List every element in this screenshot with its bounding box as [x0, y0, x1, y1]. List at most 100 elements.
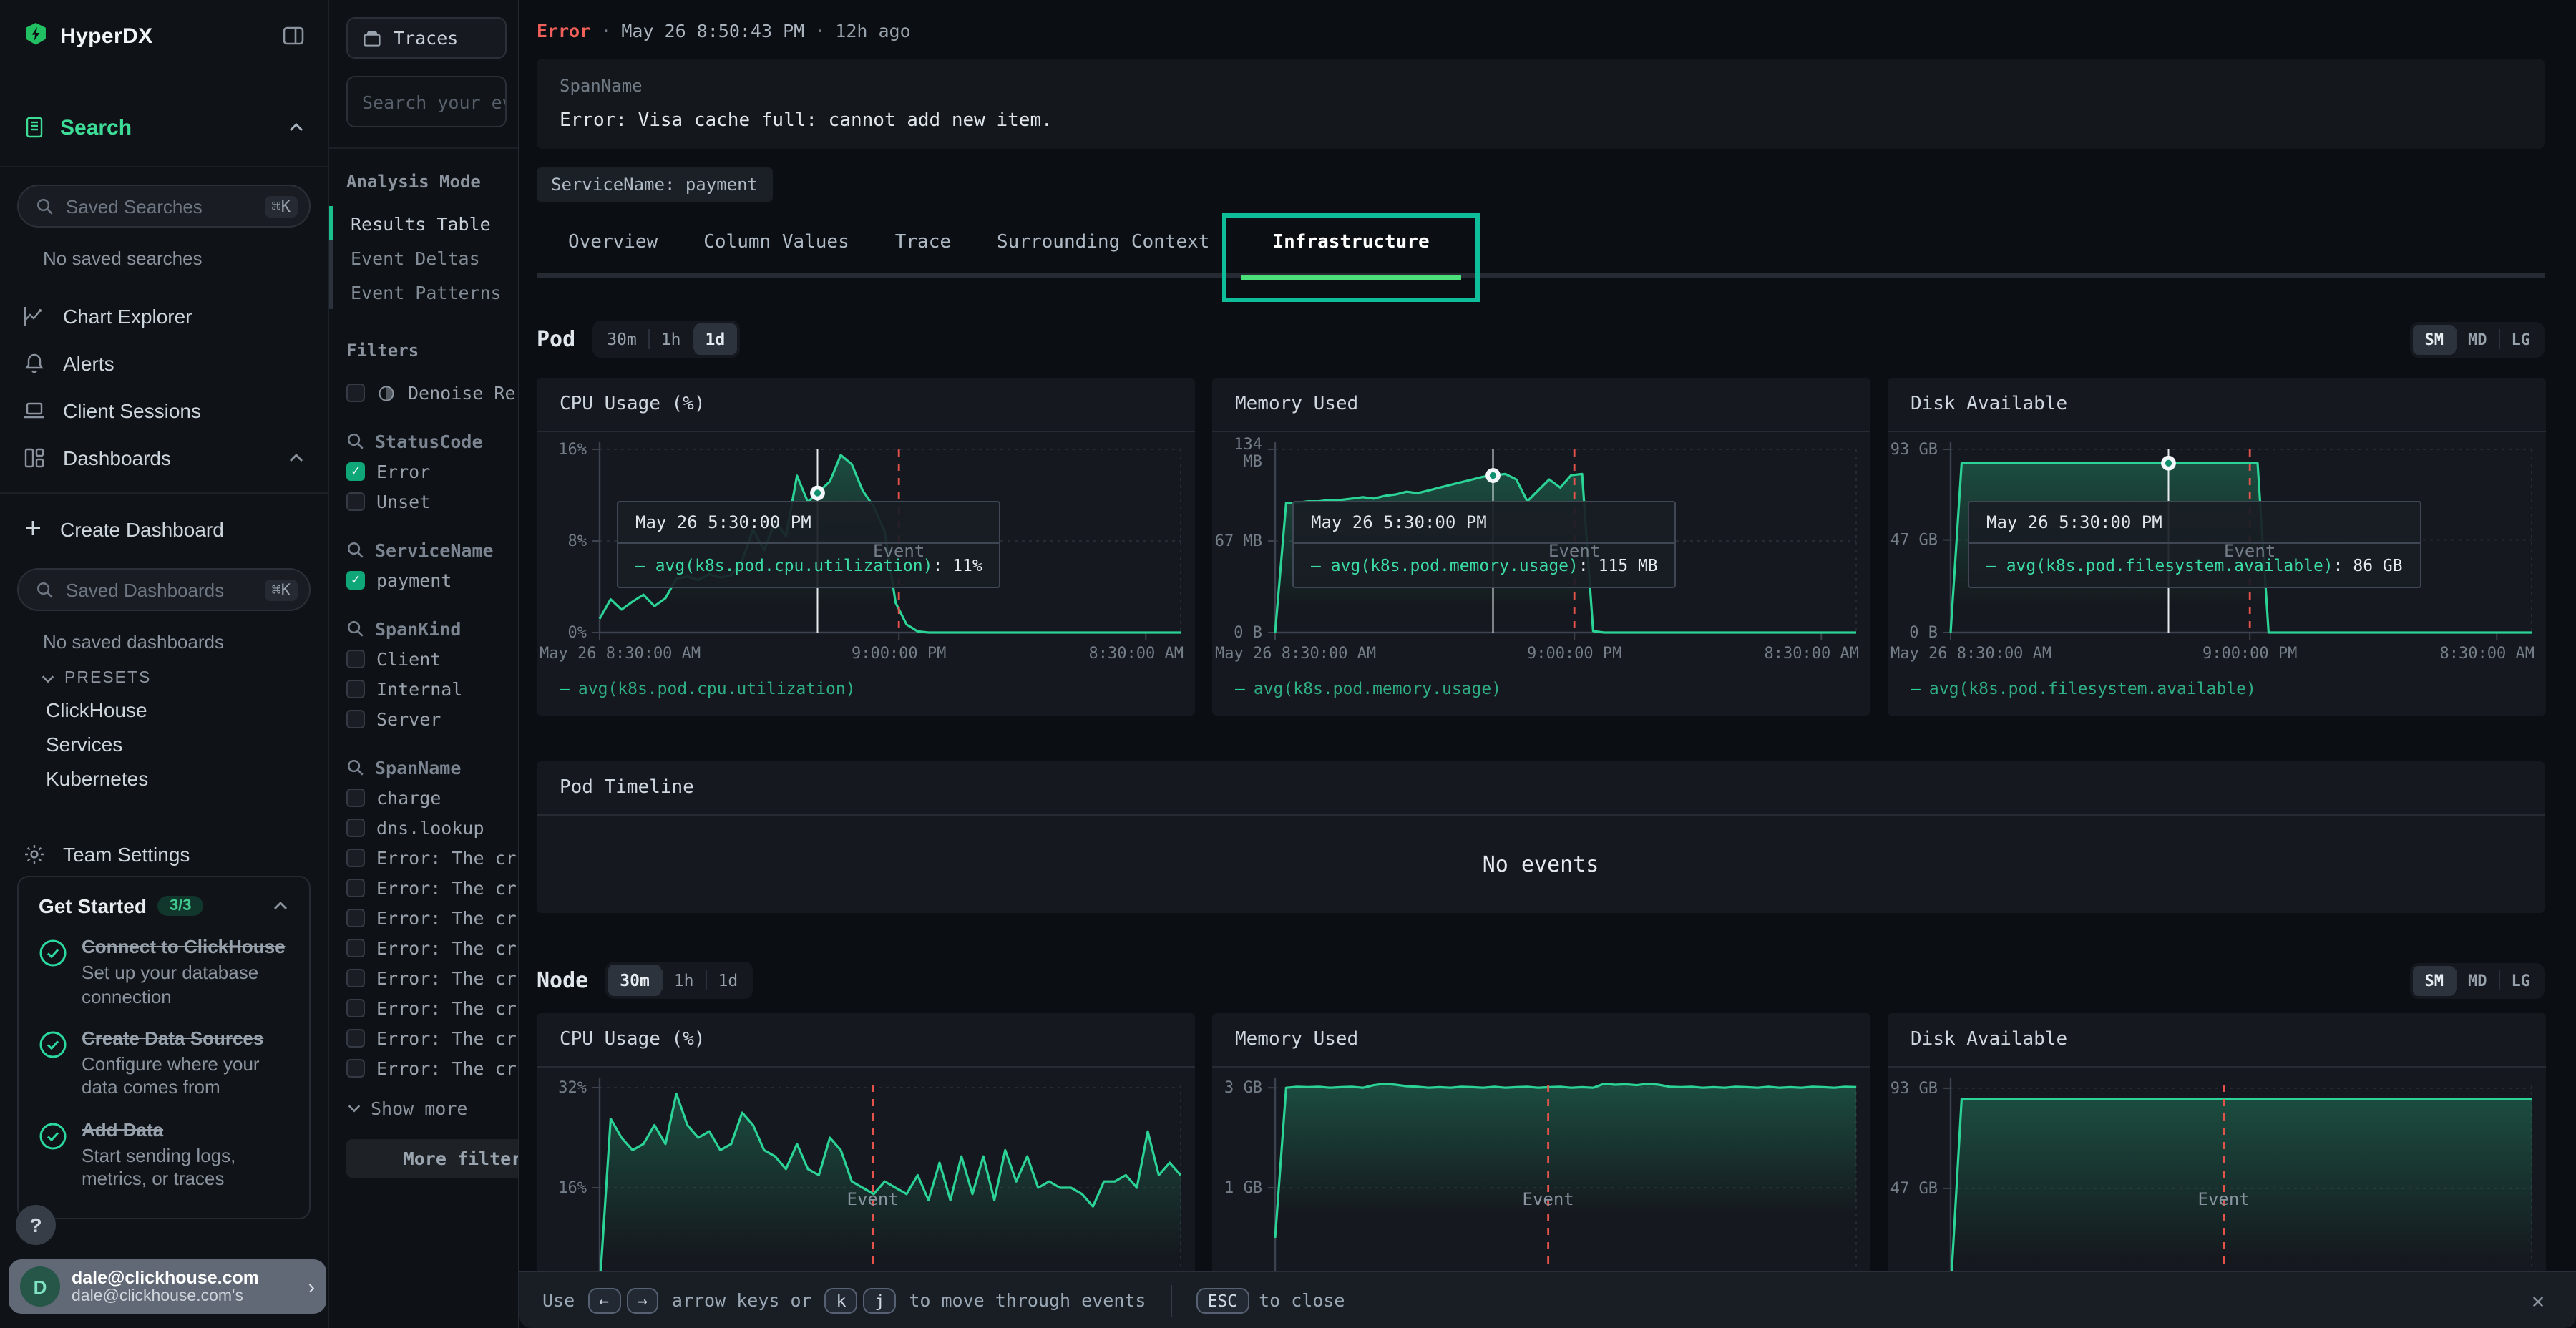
- checkbox[interactable]: [346, 1029, 365, 1048]
- analysis-option-event-deltas[interactable]: Event Deltas: [329, 240, 518, 275]
- node-range-option-1h[interactable]: 1h: [663, 965, 706, 996]
- checkbox[interactable]: [346, 879, 365, 897]
- saved-dashboards-input[interactable]: Saved Dashboards ⌘K: [17, 568, 311, 611]
- footer-arrow-keys: ←→: [585, 1289, 662, 1311]
- checkbox-checked[interactable]: ✓: [346, 462, 365, 481]
- filter-option[interactable]: dns.lookup: [329, 813, 518, 843]
- user-menu[interactable]: D dale@clickhouse.com dale@clickhouse.co…: [9, 1259, 326, 1314]
- sidebar-item-chart-explorer[interactable]: Chart Explorer: [0, 292, 328, 339]
- sidebar-item-label: Alerts: [63, 351, 114, 374]
- chevron-up-icon[interactable]: [288, 119, 305, 136]
- pod-cpu-tooltip: May 26 5:30:00 PM— avg(k8s.pod.cpu.utili…: [617, 501, 1001, 588]
- legend-swatch: —: [560, 678, 570, 698]
- sidebar-item-client-sessions[interactable]: Client Sessions: [0, 386, 328, 434]
- filter-option[interactable]: Server: [329, 704, 518, 734]
- get-started-item[interactable]: Connect to ClickHouseSet up your databas…: [39, 936, 289, 1009]
- source-select[interactable]: Traces: [346, 17, 507, 59]
- analysis-option-results-table[interactable]: Results Table: [329, 206, 518, 240]
- node-size-option-sm[interactable]: SM: [2414, 965, 2456, 995]
- filter-option[interactable]: Error: The cr: [329, 843, 518, 873]
- checkbox[interactable]: [346, 849, 365, 867]
- sidebar-item-search[interactable]: Search: [0, 106, 328, 149]
- tab-column-values[interactable]: Column Values: [680, 208, 872, 275]
- show-more-button[interactable]: Show more: [346, 1098, 518, 1119]
- node-section-header: Node 30m1h1d SMMDLG: [537, 962, 2545, 999]
- divider: [0, 166, 328, 167]
- filter-option-label: payment: [376, 570, 452, 591]
- saved-searches-input[interactable]: Saved Searches ⌘K: [17, 185, 311, 228]
- no-saved-searches-text: No saved searches: [43, 248, 328, 269]
- filter-option[interactable]: Client: [329, 644, 518, 674]
- checkbox[interactable]: [346, 650, 365, 668]
- pod-size-option-sm[interactable]: SM: [2414, 324, 2456, 354]
- svg-text:May 26 8:30:00 AM: May 26 8:30:00 AM: [540, 645, 701, 663]
- close-drawer-button[interactable]: ✕: [2526, 1281, 2550, 1319]
- node-range-option-30m[interactable]: 30m: [608, 965, 661, 996]
- chevron-up-icon[interactable]: [272, 897, 289, 914]
- pod-size-option-lg[interactable]: LG: [2500, 324, 2542, 354]
- node-size-option-md[interactable]: MD: [2457, 965, 2499, 995]
- sidebar-item-alerts[interactable]: Alerts: [0, 339, 328, 386]
- get-started-item[interactable]: Add DataStart sending logs, metrics, or …: [39, 1118, 289, 1191]
- filter-option[interactable]: Error: The cr: [329, 1053, 518, 1083]
- sidebar-item-team-settings[interactable]: Team Settings: [0, 833, 328, 876]
- tab-surrounding-context[interactable]: Surrounding Context: [974, 208, 1232, 275]
- filter-option[interactable]: charge: [329, 783, 518, 813]
- pod-range-option-30m[interactable]: 30m: [595, 323, 648, 355]
- filter-option-label: Client: [376, 648, 441, 670]
- checkbox[interactable]: [346, 1059, 365, 1078]
- more-filters-button[interactable]: More filters: [346, 1139, 518, 1178]
- tooltip-metric-value: : 86 GB: [2333, 555, 2403, 575]
- tab-infrastructure[interactable]: Infrastructure: [1232, 208, 1469, 275]
- node-range-option-1d[interactable]: 1d: [707, 965, 750, 996]
- node-size-option-lg[interactable]: LG: [2500, 965, 2542, 995]
- pod-range-option-1d[interactable]: 1d: [693, 323, 736, 355]
- infrastructure-tab-highlight: [1222, 213, 1479, 301]
- analysis-option-event-patterns[interactable]: Event Patterns: [329, 275, 518, 309]
- sidebar-collapse-icon[interactable]: [282, 24, 305, 47]
- checkbox[interactable]: [346, 819, 365, 837]
- event-header: Error · May 26 8:50:43 PM · 12h ago: [537, 20, 2545, 42]
- preset-item-clickhouse[interactable]: ClickHouse: [46, 698, 328, 721]
- event-search-input[interactable]: Search your ev: [346, 76, 507, 127]
- checkbox[interactable]: [346, 710, 365, 728]
- denoise-toggle[interactable]: Denoise Re: [329, 378, 518, 408]
- checkbox[interactable]: [346, 680, 365, 698]
- filter-option[interactable]: Error: The cr: [329, 873, 518, 903]
- preset-item-services[interactable]: Services: [46, 733, 328, 756]
- checkbox[interactable]: [346, 492, 365, 511]
- help-button[interactable]: ?: [16, 1205, 56, 1245]
- checkbox-checked[interactable]: ✓: [346, 571, 365, 590]
- filter-option[interactable]: Error: The cr: [329, 963, 518, 993]
- service-name-chip[interactable]: ServiceName: payment: [537, 167, 772, 202]
- filter-option[interactable]: Unset: [329, 487, 518, 517]
- get-started-item[interactable]: Create Data SourcesConfigure where your …: [39, 1027, 289, 1100]
- filter-option[interactable]: Internal: [329, 674, 518, 704]
- create-dashboard-button[interactable]: Create Dashboard: [0, 508, 328, 551]
- get-started-item-desc: Configure where your data comes from: [82, 1053, 289, 1100]
- sidebar-item-dashboards[interactable]: Dashboards: [0, 434, 328, 481]
- filter-option[interactable]: ✓Error: [329, 456, 518, 487]
- checkbox[interactable]: [346, 788, 365, 807]
- tab-overview[interactable]: Overview: [545, 208, 680, 275]
- denoise-checkbox[interactable]: [346, 384, 365, 402]
- analysis-mode-title: Analysis Mode: [346, 172, 518, 192]
- pod-size-option-md[interactable]: MD: [2457, 324, 2499, 354]
- presets-toggle[interactable]: PRESETS: [40, 670, 328, 687]
- event-timestamp: May 26 8:50:43 PM: [621, 20, 804, 42]
- tab-label: Trace: [895, 231, 951, 253]
- checkbox[interactable]: [346, 999, 365, 1017]
- filter-option[interactable]: Error: The cr: [329, 933, 518, 963]
- filter-option[interactable]: Error: The cr: [329, 993, 518, 1023]
- app-title: HyperDX: [60, 24, 153, 48]
- pod-range-option-1h[interactable]: 1h: [650, 323, 693, 355]
- filter-option[interactable]: Error: The cr: [329, 903, 518, 933]
- checkbox[interactable]: [346, 939, 365, 957]
- checkbox[interactable]: [346, 969, 365, 987]
- pod-memory-tooltip: May 26 5:30:00 PM— avg(k8s.pod.memory.us…: [1292, 501, 1677, 588]
- checkbox[interactable]: [346, 909, 365, 927]
- filter-option[interactable]: ✓ payment: [329, 565, 518, 595]
- filter-option[interactable]: Error: The cr: [329, 1023, 518, 1053]
- tab-trace[interactable]: Trace: [872, 208, 974, 275]
- preset-item-kubernetes[interactable]: Kubernetes: [46, 767, 328, 790]
